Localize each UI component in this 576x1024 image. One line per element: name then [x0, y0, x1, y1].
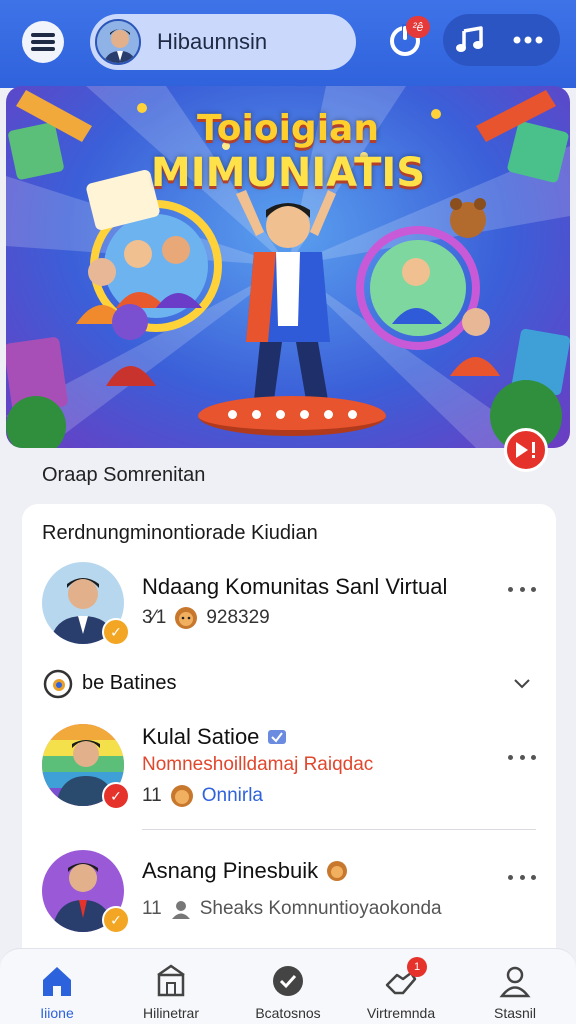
top-bar: Hibaunnsin ²ê: [0, 0, 576, 88]
hero-banner[interactable]: Toioigian MIMUNIATIS: [6, 86, 570, 448]
list-item[interactable]: ✓ Kulal Satioe Nomneshoilldamaj Raiqdac …: [22, 724, 556, 820]
chevron-down-icon[interactable]: [512, 674, 532, 694]
check-shield-icon: [273, 966, 303, 996]
item-meta-text: Onnirla: [201, 785, 263, 806]
avatar: [95, 19, 141, 65]
item-count: 11: [142, 785, 162, 806]
status-badge: ✓: [102, 618, 130, 646]
person-icon: [499, 966, 531, 998]
stage-platform: [198, 396, 386, 436]
item-meta-text: Sheaks Komnuntioyaokonda: [199, 898, 442, 919]
item-meta: 11 Sheaks Komnuntioyaokonda: [142, 898, 442, 920]
item-meta: 3⁄1 928329: [142, 606, 270, 630]
community-card: Rerdnungminontiorade Kiudian ✓ Ndaang Ko…: [22, 504, 556, 964]
more-options-button[interactable]: [508, 584, 536, 594]
lion-icon: [170, 785, 193, 807]
nav-home[interactable]: Iiione: [2, 963, 112, 1021]
item-title-text: Kulal Satioe: [142, 724, 260, 749]
play-alert-icon: [516, 442, 535, 458]
item-count: 3⁄1: [142, 607, 167, 628]
nav-label: Stasnil: [493, 1005, 537, 1021]
more-button[interactable]: [511, 28, 545, 52]
item-title: Asnang Pinesbuik: [142, 858, 348, 884]
status-badge: ✓: [102, 906, 130, 934]
live-alert-button[interactable]: [504, 428, 548, 472]
item-title: Kulal Satioe: [142, 724, 287, 750]
nav-profile[interactable]: Stasnil: [460, 963, 570, 1021]
verified-icon: [268, 730, 287, 744]
more-icon: [513, 36, 543, 44]
item-meta: 11 Onnirla: [142, 784, 263, 808]
notification-badge: ²ê: [406, 16, 430, 38]
nav-label: Bcatosnos: [255, 1005, 321, 1021]
search-icon: [43, 669, 73, 699]
more-options-button[interactable]: [508, 872, 536, 882]
home-icon: [43, 967, 71, 996]
banner-title-line1: Toioigian: [197, 108, 379, 149]
bottom-navigation: Iiione Hilinetrar Bcatosnos 1 Virtremnda…: [0, 948, 576, 1024]
nav-label: Iiione: [40, 1005, 74, 1021]
card-title: Rerdnungminontiorade Kiudian: [42, 522, 318, 544]
item-subtitle: Nomneshoilldamaj Raiqdac: [142, 754, 373, 776]
section-heading: Oraap Somrenitan: [42, 464, 206, 486]
nav-store[interactable]: Hilinetrar: [116, 963, 226, 1021]
power-button[interactable]: ²ê: [386, 16, 430, 60]
profile-switcher[interactable]: Hibaunnsin: [90, 14, 356, 70]
item-subtitle-text: Nomneshoilldamaj Raiqdac: [142, 754, 374, 775]
action-pill: [443, 14, 560, 66]
menu-button[interactable]: [22, 21, 64, 63]
divider: [142, 829, 536, 830]
store-icon: [157, 964, 185, 997]
filter-label: be Batines: [82, 672, 177, 694]
nav-label: Virtremnda: [366, 1005, 436, 1021]
item-title-text: Asnang Pinesbuik: [142, 858, 319, 883]
item-meta-text: 928329: [206, 607, 270, 628]
music-button[interactable]: [455, 26, 485, 54]
list-item[interactable]: ✓ Ndaang Komunitas Sanl Virtual 3⁄1 9283…: [22, 562, 556, 652]
profile-name: Hibaunnsin: [157, 29, 268, 54]
item-title: Ndaang Komunitas Sanl Virtual: [142, 574, 448, 599]
menu-icon: [31, 33, 55, 51]
list-item[interactable]: ✓ Asnang Pinesbuik 11 Sheaks Komnuntioya…: [22, 850, 556, 940]
music-icon: [456, 26, 483, 52]
nav-virtual[interactable]: 1 Virtremnda: [346, 957, 456, 1021]
nav-badge: 1: [407, 957, 427, 977]
lion-icon: [327, 861, 348, 881]
banner-title-line2: MIMUNIATIS: [150, 150, 426, 196]
nav-badges[interactable]: Bcatosnos: [233, 963, 343, 1021]
nav-label: Hilinetrar: [142, 1005, 199, 1021]
item-count: 11: [142, 898, 162, 919]
status-badge: ✓: [102, 782, 130, 810]
filter-row[interactable]: be Batines: [42, 664, 542, 704]
lion-icon: [175, 607, 198, 629]
group-icon: [171, 901, 190, 919]
more-options-button[interactable]: [508, 752, 536, 762]
